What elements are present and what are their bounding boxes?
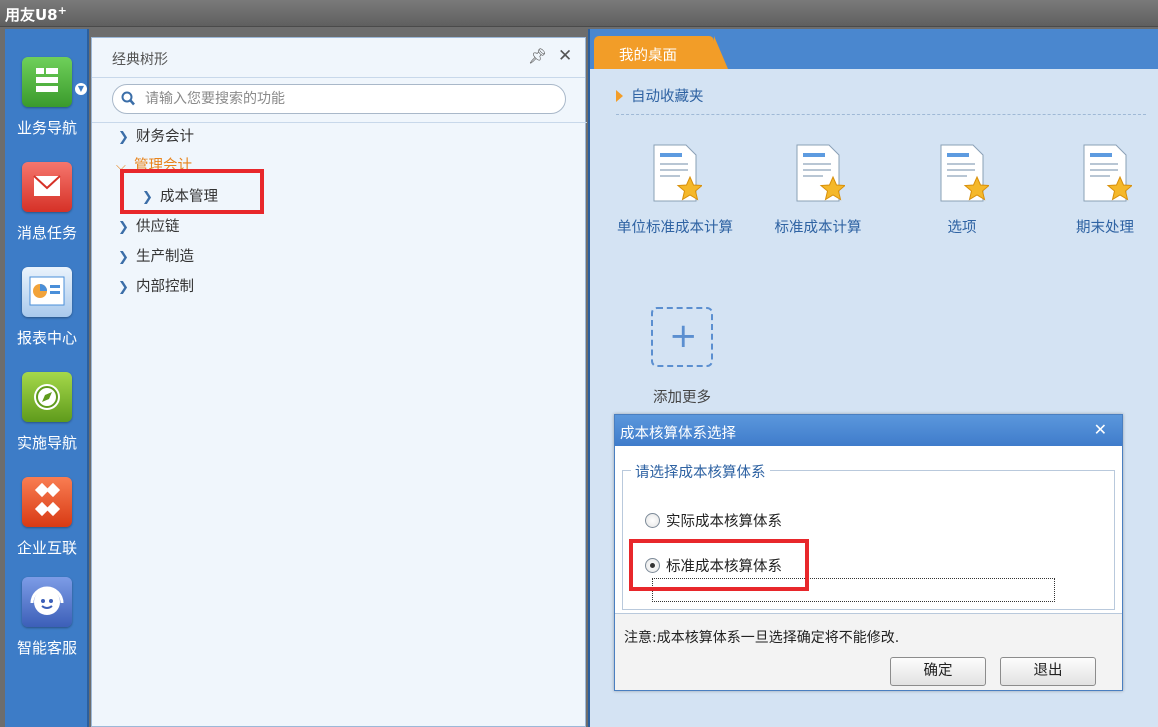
ok-button[interactable]: 确定 (890, 657, 986, 686)
app-unit-standard-cost[interactable]: 单位标准成本计算 (610, 143, 740, 236)
tree-item-supply-chain[interactable]: ❯ 供应链 (118, 215, 180, 237)
highlight-box-cost-management (120, 169, 264, 214)
message-task-icon (22, 162, 72, 212)
app-label: 单位标准成本计算 (617, 220, 733, 236)
search-input[interactable] (145, 89, 545, 109)
chevron-right-icon: ❯ (118, 280, 129, 295)
plus-icon: + (669, 316, 698, 356)
nav-label: 消息任务 (16, 224, 77, 242)
close-icon[interactable]: ✕ (558, 46, 572, 66)
tree-item-production[interactable]: ❯ 生产制造 (118, 245, 194, 267)
app-label: 标准成本计算 (774, 220, 862, 236)
dialog-title: 成本核算体系选择 (620, 426, 736, 442)
nav-business-navigation[interactable]: ▼ 业务导航 (5, 57, 89, 157)
title-bar: 用友U8+ (0, 0, 1158, 27)
search-icon (121, 91, 135, 106)
add-more-button[interactable]: + (651, 307, 713, 367)
desktop-tab-bar: 我的桌面 (590, 29, 1158, 69)
app-brand: 用友U8+ (5, 4, 67, 24)
group-legend: 请选择成本核算体系 (631, 461, 770, 482)
tree-header: 经典树形 📌︎ ✕ (92, 38, 585, 78)
left-nav-bar: ▼ 业务导航 消息任务 报表中心 实施导航 企业互联 智能客服 (5, 29, 89, 727)
highlight-box-standard-cost (629, 539, 809, 591)
nav-enterprise-connect[interactable]: 企业互联 (5, 477, 89, 577)
document-star-icon (650, 143, 704, 205)
business-nav-icon (22, 57, 72, 107)
app-label: 选项 (947, 220, 977, 236)
nav-label: 智能客服 (16, 639, 77, 657)
divider (616, 114, 1146, 115)
nav-label: 实施导航 (16, 434, 77, 452)
chevron-down-icon[interactable]: ▼ (75, 83, 87, 95)
nav-label: 报表中心 (16, 329, 77, 347)
add-more-label: 添加更多 (653, 390, 711, 406)
divider (92, 122, 587, 123)
nav-label: 业务导航 (16, 119, 77, 137)
dialog-note: 注意:成本核算体系一旦选择确定将不能修改. (624, 630, 900, 646)
compass-icon (22, 372, 72, 422)
nav-label: 企业互联 (16, 539, 77, 557)
app-standard-cost[interactable]: 标准成本计算 (753, 143, 883, 236)
radio-button[interactable] (645, 513, 660, 528)
nav-smart-service[interactable]: 智能客服 (5, 577, 89, 677)
search-box[interactable] (112, 84, 566, 114)
dialog-title-bar: 成本核算体系选择 ✕ (615, 415, 1122, 446)
tree-panel: 经典树形 📌︎ ✕ ❯财务会计 ⌵管理会计 ❯成本管理 ❯供应链 ❯生产制造 ❯… (91, 37, 587, 727)
chevron-right-icon: ❯ (118, 220, 129, 235)
tree-item-internal-control[interactable]: ❯ 内部控制 (118, 275, 194, 297)
nav-message-task[interactable]: 消息任务 (5, 162, 89, 262)
document-star-icon (1080, 143, 1134, 205)
report-center-icon (22, 267, 72, 317)
headset-icon (22, 577, 72, 627)
triangle-right-icon (616, 90, 623, 102)
radio-actual-cost[interactable]: 实际成本核算体系 (645, 510, 782, 531)
app-label: 期末处理 (1076, 220, 1134, 236)
pin-icon[interactable]: 📌︎ (528, 47, 547, 65)
app-options[interactable]: 选项 (897, 143, 1027, 236)
document-star-icon (793, 143, 847, 205)
close-icon[interactable]: ✕ (1094, 420, 1107, 439)
document-star-icon (937, 143, 991, 205)
auto-favorites[interactable]: 自动收藏夹 (616, 85, 704, 106)
tab-my-desktop[interactable]: 我的桌面 (594, 36, 728, 69)
nav-implementation[interactable]: 实施导航 (5, 372, 89, 472)
nav-report-center[interactable]: 报表中心 (5, 267, 89, 367)
exit-button[interactable]: 退出 (1000, 657, 1096, 686)
tree-title: 经典树形 (112, 52, 168, 68)
app-period-end[interactable]: 期末处理 (1040, 143, 1158, 236)
chevron-right-icon: ❯ (118, 250, 129, 265)
chevron-right-icon: ❯ (118, 130, 129, 145)
tree-item-financial-accounting[interactable]: ❯ 财务会计 (118, 125, 194, 147)
enterprise-connect-icon (22, 477, 72, 527)
